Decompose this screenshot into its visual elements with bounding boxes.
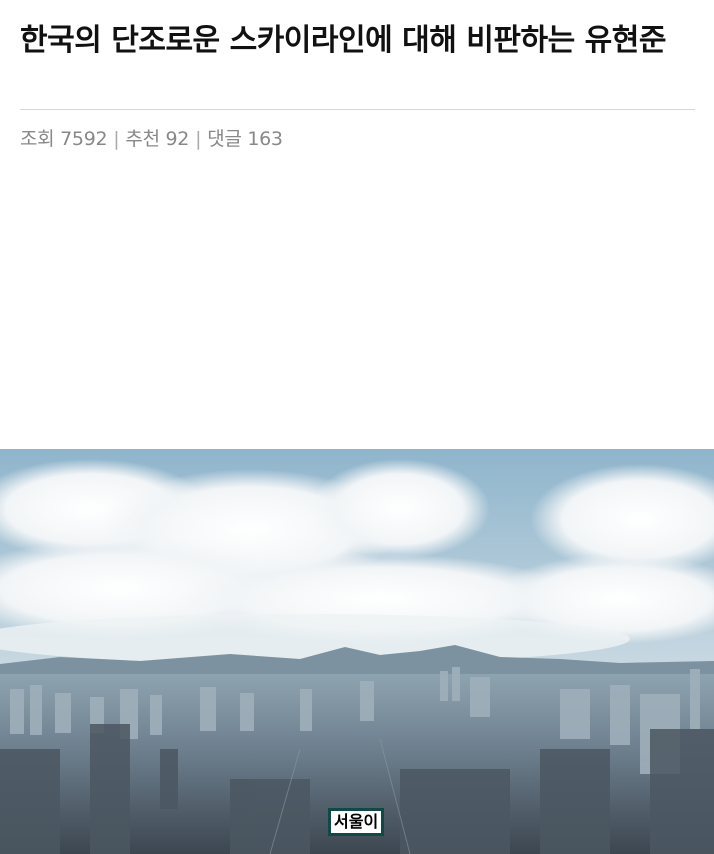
- likes-count: 92: [165, 128, 190, 150]
- comments-count: 163: [247, 128, 283, 150]
- views-count: 7592: [60, 128, 108, 150]
- stats-separator: |: [195, 128, 202, 150]
- skyline-photo: [0, 449, 714, 854]
- comments-label: 댓글: [207, 128, 242, 150]
- city-skyline-image: [0, 449, 714, 854]
- post-stats: 조회 7592 | 추천 92 | 댓글 163: [20, 124, 283, 151]
- post-title: 한국의 단조로운 스카이라인에 대해 비판하는 유현준: [20, 23, 666, 58]
- title-divider: [20, 109, 695, 110]
- image-caption: 서울이: [328, 808, 385, 836]
- stats-separator: |: [113, 128, 120, 150]
- views-label: 조회: [20, 128, 55, 150]
- likes-label: 추천: [125, 128, 160, 150]
